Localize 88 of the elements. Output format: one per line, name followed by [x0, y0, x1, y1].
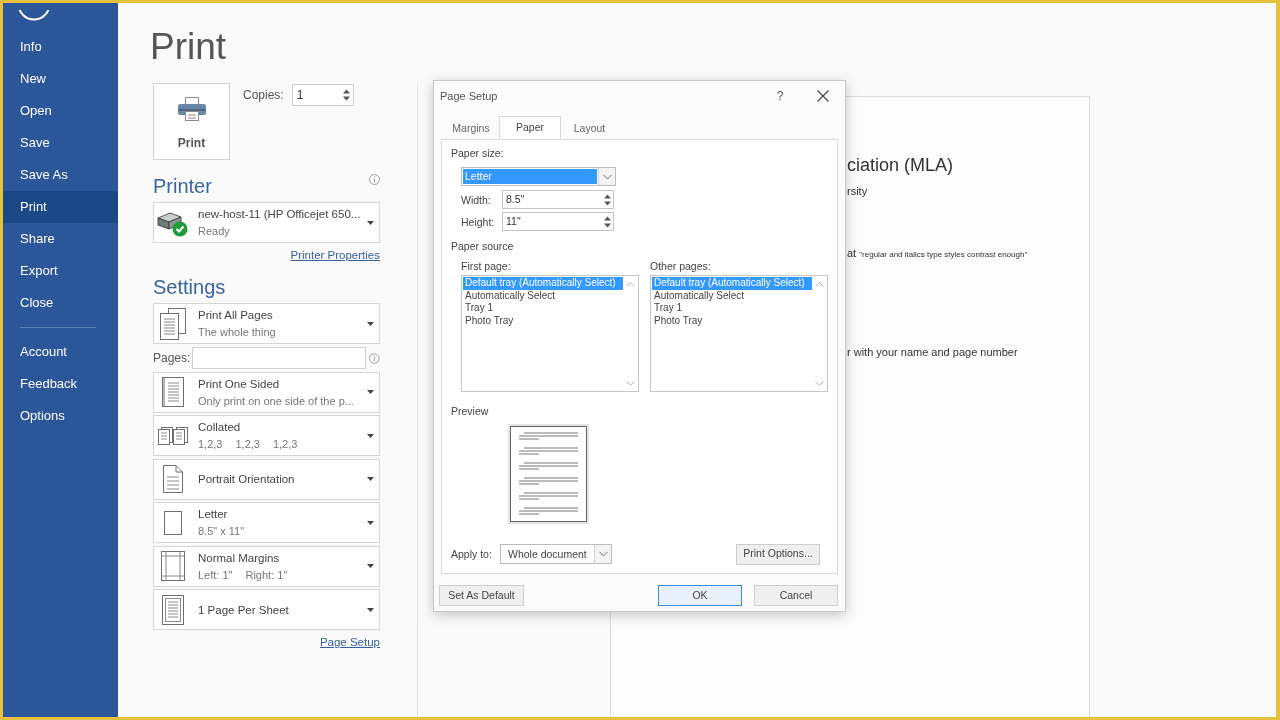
lined-page-icon: [162, 377, 184, 407]
tab[interactable]: Layout: [561, 118, 618, 139]
field-label: Other pages:: [650, 260, 712, 272]
printer-dropdown[interactable]: new-host-11 (HP Officejet 650... Ready: [153, 202, 380, 243]
sidebar-item[interactable]: Options: [3, 400, 118, 432]
sidebar-item[interactable]: Share: [3, 223, 118, 255]
tab[interactable]: Paper: [499, 116, 561, 139]
list-item[interactable]: Automatically Select: [652, 289, 812, 303]
list-item[interactable]: Photo Tray: [652, 314, 812, 328]
chevron-up-icon: [626, 282, 635, 287]
print-button[interactable]: Print: [153, 83, 230, 160]
setting-dropdown[interactable]: Letter 8.5" x 11": [153, 502, 380, 543]
close-icon: [817, 90, 829, 102]
tab[interactable]: Margins: [443, 118, 499, 139]
list-item[interactable]: Tray 1: [463, 302, 623, 315]
sidebar-item[interactable]: Account: [3, 336, 118, 368]
group-heading: Preview: [451, 405, 490, 417]
tray-listbox[interactable]: Default tray (Automatically Select) Automatically Select Tray 1 Photo Tray: [461, 275, 639, 392]
tray-listbox[interactable]: Default tray (Automatically Select) Automatically Select Tray 1 Photo Tray: [650, 275, 828, 392]
margins-icon: [161, 551, 185, 581]
portrait-page-icon: [163, 465, 183, 493]
document-text: at "regular and italics type styles contrast enough": [847, 246, 1029, 261]
chevron-down-icon: [602, 173, 612, 180]
info-icon: [369, 174, 380, 185]
dialog-title: Page Setup: [440, 88, 498, 104]
caret-icon: [367, 390, 374, 394]
apply-to-dropdown[interactable]: Whole document: [500, 544, 612, 564]
setting-dropdown[interactable]: Print All Pages The whole thing: [153, 303, 380, 344]
setting-dropdown[interactable]: Portrait Orientation: [153, 458, 380, 500]
sidebar-item[interactable]: Print: [3, 191, 118, 223]
sidebar-item[interactable]: New: [3, 63, 118, 95]
caret-icon: [367, 433, 374, 438]
list-item[interactable]: Automatically Select: [463, 289, 623, 303]
caret-icon: [367, 220, 374, 225]
document-text: rsity: [847, 184, 869, 198]
field-label: Height:: [461, 215, 496, 228]
sidebar-item[interactable]: Save: [3, 127, 118, 159]
sidebar-item[interactable]: Close: [3, 287, 118, 319]
setting-dropdown[interactable]: Normal Margins Left: 1" Right: 1": [153, 545, 380, 587]
info-icon: [369, 352, 380, 364]
field-label: First page:: [461, 260, 512, 272]
section-heading: Printer: [153, 174, 212, 198]
page-setup-link[interactable]: Page Setup: [319, 635, 380, 649]
field-label: Copies:: [243, 87, 284, 104]
caret-icon: [367, 520, 374, 525]
pages-field[interactable]: [192, 347, 367, 369]
field-label: Apply to:: [451, 548, 493, 560]
chevron-down-icon: [815, 381, 824, 386]
printer-icon: [176, 96, 207, 122]
list-item[interactable]: Photo Tray: [463, 314, 623, 328]
field-label: Paper size:: [451, 147, 505, 159]
dialog-button[interactable]: Set As Default: [439, 585, 524, 606]
sidebar-item[interactable]: Save As: [3, 159, 118, 191]
setting-dropdown[interactable]: Collated 1,2,3 1,2,3 1,2,3: [153, 415, 380, 456]
caret-icon: [367, 564, 374, 568]
collated-pages-icon: [158, 426, 188, 445]
spinner-icon: [342, 88, 350, 102]
caret-icon: [367, 607, 374, 612]
printer-properties-link[interactable]: Printer Properties: [290, 248, 380, 262]
setting-dropdown[interactable]: 1 Page Per Sheet: [153, 589, 380, 630]
sidebar-item[interactable]: Export: [3, 255, 118, 287]
help-button[interactable]: ?: [770, 85, 790, 107]
number-field[interactable]: 8.5": [502, 190, 614, 209]
setting-dropdown[interactable]: Print One Sided Only print on one side of the p...: [153, 371, 380, 413]
number-field[interactable]: 11": [502, 212, 614, 231]
list-item[interactable]: Tray 1: [652, 302, 812, 315]
sidebar-item[interactable]: Open: [3, 95, 118, 127]
chevron-down-icon: [598, 551, 608, 557]
document-text: r with your name and page number: [847, 345, 1019, 359]
group-heading: Paper source: [451, 240, 515, 252]
blank-page-icon: [164, 510, 182, 535]
page-title: Print: [150, 25, 227, 69]
section-heading: Settings: [153, 275, 227, 299]
dialog-button[interactable]: OK: [658, 585, 742, 606]
print-options-button[interactable]: Print Options...: [736, 543, 820, 565]
sidebar-item[interactable]: Feedback: [3, 368, 118, 400]
page-stack-icon: [160, 307, 186, 340]
sidebar-item[interactable]: Info: [3, 31, 118, 63]
caret-icon: [367, 477, 374, 481]
document-heading: ciation (MLA): [847, 154, 955, 176]
dialog-button[interactable]: Cancel: [754, 585, 838, 606]
field-label: Width:: [461, 193, 492, 206]
caret-icon: [367, 321, 374, 326]
field-label: Pages:: [153, 350, 192, 367]
chevron-up-icon: [815, 282, 824, 287]
page-lines-icon: [162, 594, 184, 625]
chevron-down-icon: [626, 381, 635, 386]
copies-field[interactable]: 1: [291, 84, 354, 106]
